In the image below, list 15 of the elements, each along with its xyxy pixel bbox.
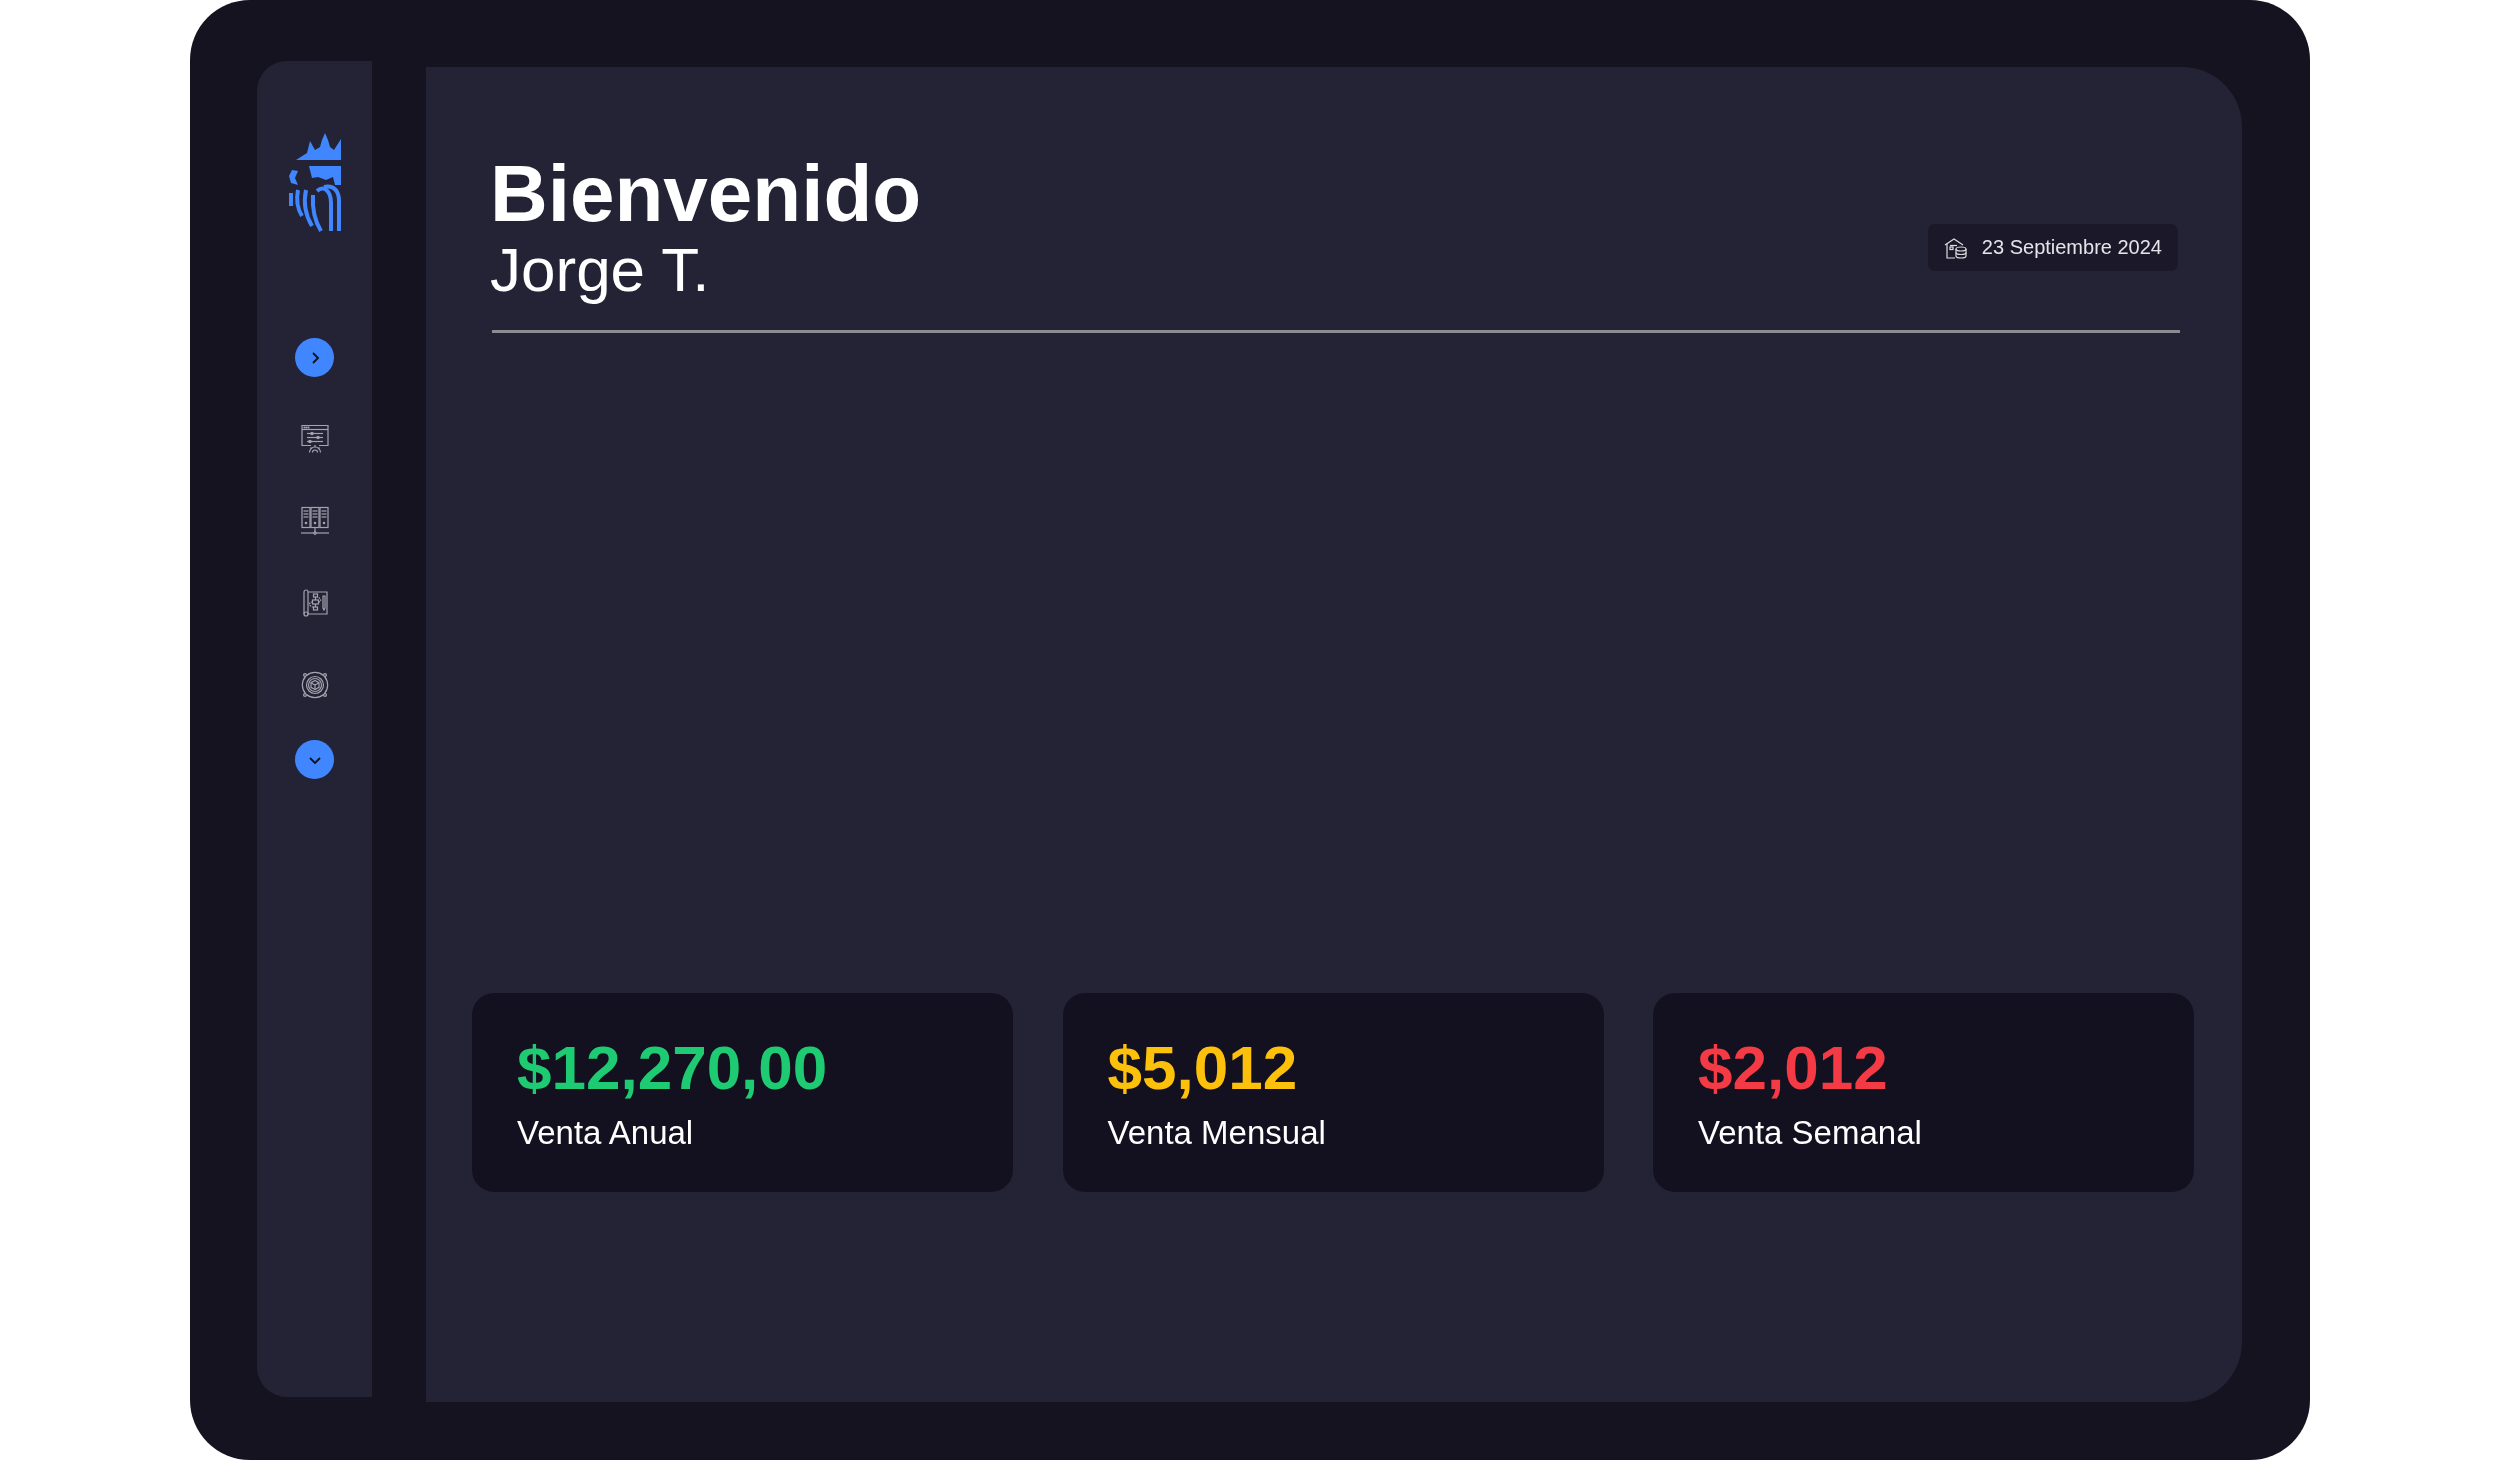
stat-value: $12,270,00 [517, 1034, 829, 1102]
expand-button[interactable] [295, 338, 334, 377]
server-racks-icon[interactable] [299, 506, 330, 536]
welcome-heading: Bienvenido [490, 150, 922, 238]
cube-orbit-icon[interactable] [299, 670, 330, 700]
date-text: 23 Septiembre 2024 [1981, 236, 2162, 259]
stat-value: $2,012 [1698, 1034, 1889, 1102]
window-sliders-icon[interactable] [299, 424, 330, 454]
user-name: Jorge T. [490, 236, 711, 304]
stat-label: Venta Semanal [1698, 1113, 1923, 1153]
more-button[interactable] [295, 740, 334, 779]
stat-label: Venta Mensual [1107, 1113, 1327, 1153]
warehouse-database-icon [1943, 236, 1968, 259]
stat-label: Venta Anual [517, 1113, 695, 1153]
stat-value: $5,012 [1107, 1034, 1299, 1102]
